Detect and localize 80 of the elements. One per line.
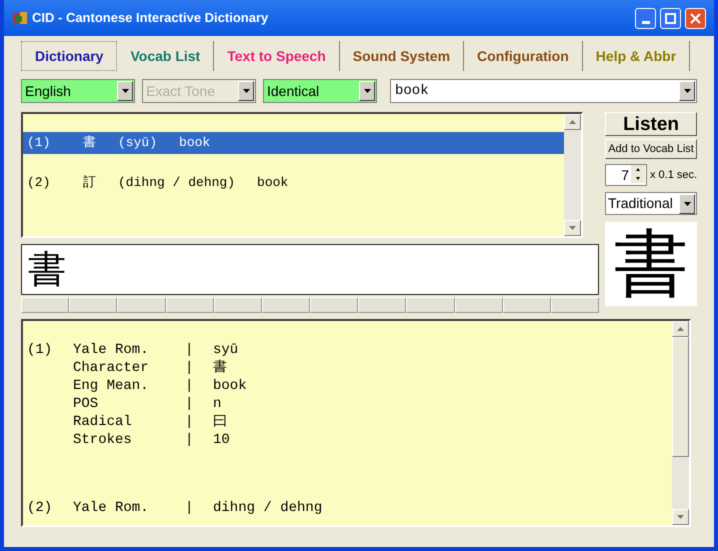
stroke-slot <box>358 297 406 313</box>
field-separator: | <box>185 413 194 431</box>
field-value: 書 <box>213 359 227 377</box>
field-value: book <box>213 377 247 395</box>
dropdown-button[interactable] <box>679 194 696 214</box>
dropdown-button[interactable] <box>679 81 695 101</box>
field-separator: | <box>185 395 194 413</box>
tab[interactable]: Vocab List <box>117 41 214 71</box>
delay-spinner[interactable]: 7 <box>605 164 647 186</box>
up-arrow-icon <box>569 120 576 124</box>
dropdown-button[interactable] <box>117 81 133 101</box>
scrollbar[interactable] <box>672 321 689 525</box>
stroke-slot <box>214 297 262 313</box>
stroke-slot <box>21 297 70 313</box>
caret-icon <box>242 89 250 93</box>
minimize-icon <box>642 20 650 24</box>
field-label: Character <box>73 359 150 377</box>
field-value: syū <box>213 341 238 359</box>
window-title: CID - Cantonese Interactive Dictionary <box>32 9 270 28</box>
input-field[interactable]: 書 <box>21 244 599 295</box>
result-row[interactable]: (1) 書 (syū) book <box>23 132 564 154</box>
scroll-thumb[interactable] <box>672 337 689 457</box>
stroke-slot <box>262 297 310 313</box>
dropdown-button[interactable] <box>359 81 375 101</box>
stroke-slot <box>550 297 600 313</box>
close-icon <box>690 12 701 24</box>
maximize-button[interactable] <box>660 8 681 28</box>
field-value: n <box>213 395 222 413</box>
maximize-icon <box>665 12 676 24</box>
up-arrow-icon <box>677 327 684 331</box>
down-arrow-icon <box>677 515 684 519</box>
stroke-slot <box>69 297 118 313</box>
script-dropdown[interactable]: Traditional <box>605 192 698 215</box>
scroll-down-button[interactable] <box>564 220 581 236</box>
stroke-slot <box>117 297 166 313</box>
app-icon <box>12 10 28 26</box>
field-value: 曰 <box>213 413 227 431</box>
scroll-up-button[interactable] <box>564 114 581 130</box>
field-label: POS <box>73 395 100 413</box>
entry-number: (1) <box>27 341 54 360</box>
tab[interactable]: Dictionary <box>21 41 118 71</box>
caret-icon <box>684 89 690 93</box>
field-value: dihng / dehng <box>213 499 322 517</box>
scrollbar[interactable] <box>564 114 581 236</box>
field-separator: | <box>185 499 194 517</box>
scroll-down-button[interactable] <box>672 509 689 525</box>
stroke-slot <box>502 297 551 313</box>
stroke-slot <box>310 297 358 313</box>
listen-button[interactable]: Listen <box>605 112 698 136</box>
filter-dropdown[interactable]: English <box>21 79 135 103</box>
field-separator: | <box>185 431 194 449</box>
minimize-button[interactable] <box>635 8 656 28</box>
filter-dropdown[interactable]: Identical <box>263 79 377 103</box>
stroke-slot <box>454 297 503 313</box>
scroll-up-button[interactable] <box>672 321 689 337</box>
result-row[interactable]: (2) 訂 (dihng / dehng) book <box>23 172 564 194</box>
field-separator: | <box>185 359 194 377</box>
field-label: Strokes <box>73 431 133 449</box>
search-field[interactable]: book <box>390 79 697 103</box>
delay-unit: x 0.1 sec. <box>650 168 698 183</box>
entry-number: (2) <box>27 499 54 517</box>
caret-icon <box>684 202 691 206</box>
field-label: Yale Rom. <box>73 499 150 517</box>
spin-arrows-icon <box>631 165 645 183</box>
caret-icon <box>364 89 370 93</box>
add-to-vocab-button[interactable]: Add to Vocab List <box>605 139 698 159</box>
field-value: 10 <box>213 431 230 449</box>
field-label: Eng Mean. <box>73 377 150 395</box>
caret-icon <box>122 89 128 93</box>
field-separator: | <box>185 377 194 395</box>
tab[interactable]: Configuration <box>464 41 583 71</box>
down-arrow-icon <box>569 226 576 230</box>
field-separator: | <box>185 341 194 359</box>
field-label: Radical <box>73 413 133 431</box>
stroke-slot <box>406 297 455 313</box>
stroke-slot <box>166 297 214 313</box>
character-display: 書 <box>605 222 698 306</box>
close-button[interactable] <box>685 8 706 28</box>
field-label: Yale Rom. <box>73 341 150 359</box>
tab[interactable]: Sound System <box>340 41 464 71</box>
